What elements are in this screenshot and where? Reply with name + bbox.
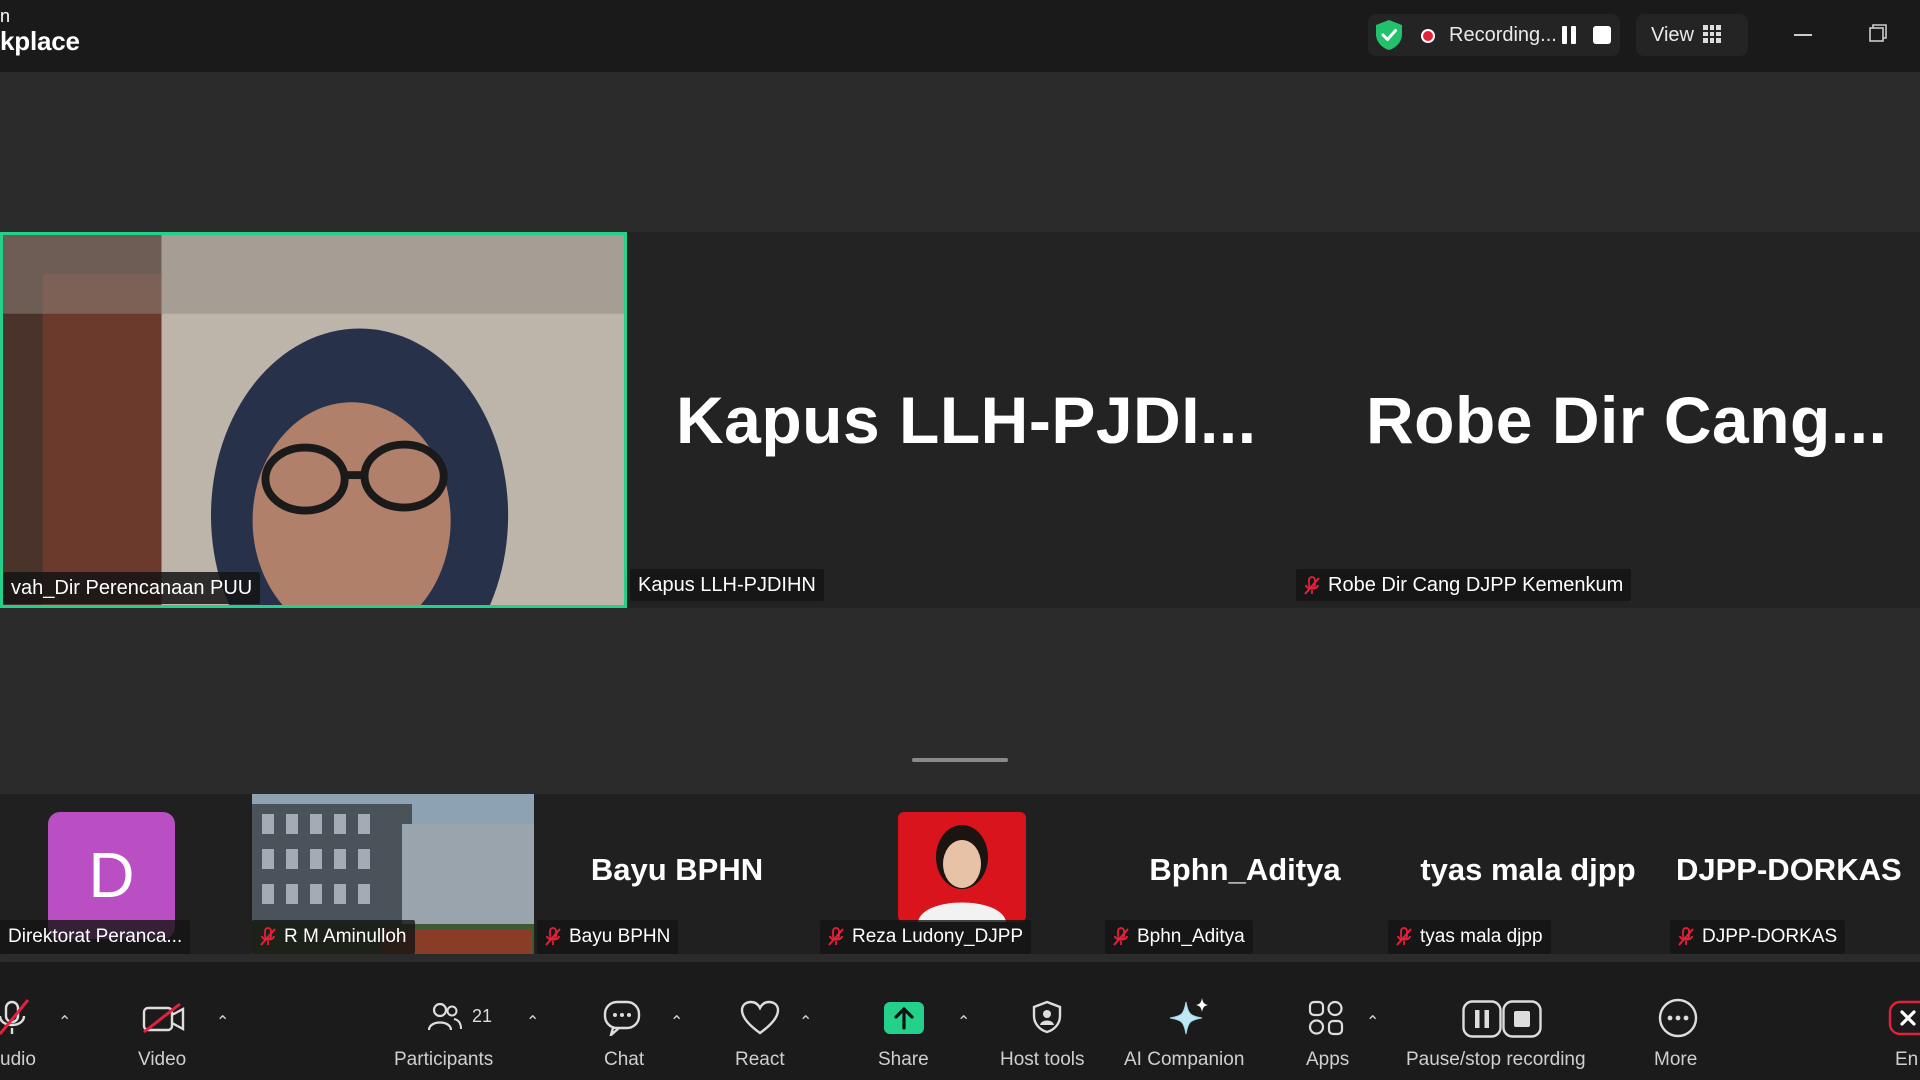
react-label: React [735,1049,785,1070]
share-label: Share [878,1049,929,1070]
react-options-chevron-icon[interactable]: ⌃ [799,1012,812,1032]
apps-label: Apps [1306,1049,1350,1070]
muted-mic-icon [545,927,561,946]
chat-icon [603,1000,641,1036]
grid-view-icon [1703,25,1721,43]
active-speaker-video [3,235,624,605]
end-meeting-button[interactable]: En [1888,962,1920,1080]
participant-display-name: tyas mala djpp [1420,852,1636,887]
muted-mic-icon [1396,927,1412,946]
resize-handle[interactable] [912,758,1008,762]
active-speaker-tile[interactable]: vah_Dir Perencanaan PUU [0,232,627,608]
share-button[interactable]: Share [874,962,934,1080]
pause-stop-recording-button[interactable]: Pause/stop recording [1404,962,1600,1080]
pause-stop-icon [1462,1000,1542,1038]
muted-mic-icon [260,927,276,946]
participant-display-name: Robe Dir Cang... [1366,383,1888,457]
apps-button[interactable]: Apps [1302,962,1354,1080]
muted-mic-icon [1113,927,1129,946]
participant-name-label: Robe Dir Cang DJPP Kemenkum [1328,574,1624,596]
participant-name-box: Bphn_Aditya [1105,920,1253,954]
encryption-shield-icon[interactable] [1374,19,1404,51]
sparkle-icon [1169,998,1208,1035]
view-label: View [1651,24,1694,46]
participant-name-label: Direktorat Peranca... [0,920,191,954]
muted-mic-icon [1678,927,1694,946]
shield-icon [1032,1000,1062,1034]
video-button[interactable]: Video [130,962,200,1080]
participant-name-box: R M Aminulloh [252,920,415,954]
participants-count: 21 [472,1006,493,1026]
chat-label: Chat [604,1049,645,1070]
participant-name-label: Reza Ludony_DJPP [852,926,1024,947]
participant-name-box: Reza Ludony_DJPP [820,920,1032,954]
pause-recording-button[interactable] [1560,24,1578,46]
app-title: kplace [0,26,80,56]
participant-name-label: Kapus LLH-PJDIHN [630,569,824,601]
host-tools-label: Host tools [1000,1049,1085,1070]
more-button[interactable]: More [1650,962,1706,1080]
chat-button[interactable]: Chat [598,962,650,1080]
participants-label: Participants [394,1049,494,1070]
participant-name-label: vah_Dir Perencanaan PUU [3,572,261,604]
close-icon [1888,1000,1920,1036]
participant-tile[interactable]: Robe Dir Cang... Robe Dir Cang DJPP Keme… [1296,232,1920,608]
share-screen-icon [884,1002,924,1034]
apps-icon [1308,1000,1344,1036]
participant-name-label: tyas mala djpp [1420,926,1543,947]
participants-options-chevron-icon[interactable]: ⌃ [526,1012,539,1032]
ai-companion-label: AI Companion [1124,1049,1245,1070]
thumbnail-tile[interactable]: R M Aminulloh [252,794,534,954]
muted-mic-icon [1304,575,1320,595]
participant-display-name: DJPP-DORKAS [1676,852,1902,887]
app-title-fragment-top: n [0,6,11,26]
participant-photo-image [898,812,1026,922]
participant-name-label: DJPP-DORKAS [1702,926,1838,947]
stop-recording-button[interactable] [1593,26,1611,44]
participants-button[interactable]: 21 Participants [390,962,510,1080]
end-label: En [1895,1049,1919,1070]
recording-dot-icon [1421,29,1435,43]
minimize-window-button[interactable] [1794,34,1812,36]
thumbnail-tile[interactable]: Bphn_Aditya Bphn_Aditya [1105,794,1385,954]
muted-mic-icon [828,927,844,946]
chat-options-chevron-icon[interactable]: ⌃ [670,1012,683,1032]
title-bar [0,0,1920,72]
participant-name-box: DJPP-DORKAS [1670,920,1846,954]
recording-status: Recording... [1449,24,1557,46]
video-options-chevron-icon[interactable]: ⌃ [216,1012,229,1032]
participant-display-name: Bayu BPHN [590,852,764,887]
host-tools-button[interactable]: Host tools [996,962,1096,1080]
muted-mic-icon [0,999,30,1035]
video-off-icon [142,1002,185,1034]
thumbnail-tile[interactable]: tyas mala djpp tyas mala djpp [1388,794,1668,954]
participant-name-label: Bayu BPHN [569,926,671,947]
participant-name-box: Bayu BPHN [537,920,679,954]
ai-companion-button[interactable]: AI Companion [1122,962,1254,1080]
participant-display-name: Kapus LLH-PJDI... [676,383,1257,457]
video-label: Video [138,1049,187,1070]
audio-options-chevron-icon[interactable]: ⌃ [58,1012,71,1032]
thumbnail-tile[interactable]: D Direktorat Peranca... [0,794,249,954]
audio-button[interactable]: udio [0,962,60,1080]
audio-label: udio [0,1049,36,1070]
participants-icon [428,1002,462,1031]
pause-stop-label: Pause/stop recording [1406,1049,1586,1070]
restore-window-button[interactable] [1869,24,1887,42]
more-icon [1658,998,1698,1038]
participant-tile[interactable]: Kapus LLH-PJDI... Kapus LLH-PJDIHN [627,232,1293,608]
thumbnail-tile[interactable]: Bayu BPHN Bayu BPHN [537,794,817,954]
participant-name-label: Bphn_Aditya [1137,926,1245,947]
thumbnail-tile[interactable]: DJPP-DORKAS DJPP-DORKAS [1670,794,1920,954]
thumbnail-tile[interactable]: Reza Ludony_DJPP [820,794,1102,954]
react-button[interactable]: React [732,962,792,1080]
participant-name-box: Robe Dir Cang DJPP Kemenkum [1296,569,1632,601]
participant-name-box: tyas mala djpp [1388,920,1551,954]
heart-icon [740,1000,780,1035]
apps-options-chevron-icon[interactable]: ⌃ [1366,1012,1379,1032]
participant-display-name: Bphn_Aditya [1149,852,1341,887]
participant-name-label: R M Aminulloh [284,926,407,947]
share-options-chevron-icon[interactable]: ⌃ [957,1012,970,1032]
more-label: More [1654,1049,1698,1070]
